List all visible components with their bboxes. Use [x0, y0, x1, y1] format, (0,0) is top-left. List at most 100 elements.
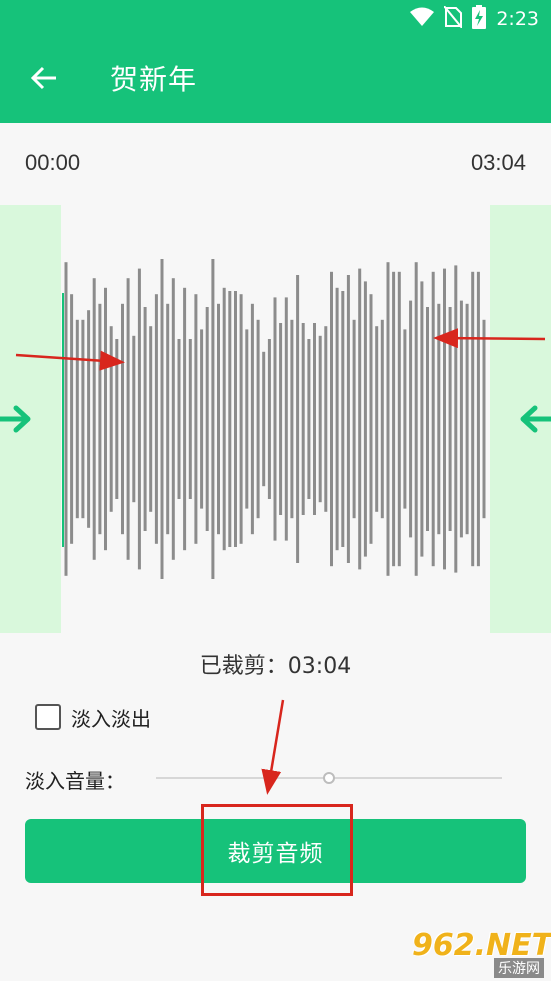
waveform-bar — [64, 262, 68, 576]
waveform-bar — [234, 291, 237, 547]
waveform-bar — [137, 268, 141, 570]
waveform-bar — [245, 329, 249, 509]
waveform-bar — [205, 307, 209, 531]
waveform-bar — [143, 307, 147, 531]
waveform-bar — [183, 287, 187, 551]
waveform-bar — [160, 259, 164, 579]
waveform-bar — [380, 319, 384, 519]
waveform-bar — [92, 278, 96, 560]
fade-in-out-option[interactable]: 淡入淡出 — [35, 702, 151, 732]
slider-thumb[interactable] — [323, 772, 335, 784]
waveform-bar — [335, 287, 339, 551]
waveform-bar — [211, 259, 215, 579]
waveform-bar — [126, 278, 130, 560]
waveform-bar — [313, 323, 316, 515]
start-time-label: 00:00 — [25, 150, 81, 175]
waveform-bar — [392, 271, 396, 567]
battery-charging-icon — [472, 5, 487, 33]
page-title: 贺新年 — [110, 63, 198, 96]
waveform-bar — [448, 307, 452, 531]
waveform-bar — [482, 319, 486, 519]
waveform-bar — [166, 303, 170, 535]
waveform-bar — [420, 281, 424, 557]
waveform-bar — [318, 335, 322, 503]
app-bar: 贺新年 — [0, 38, 551, 123]
waveform-bar — [194, 294, 198, 544]
waveform-bar — [352, 319, 356, 519]
waveform-bar — [465, 303, 469, 535]
waveform-bar — [369, 294, 373, 544]
waveform-bar — [403, 329, 407, 509]
fade-checkbox-label: 淡入淡出 — [71, 706, 151, 731]
waveform-bar — [98, 303, 102, 535]
waveform-bar — [75, 319, 79, 519]
trim-start-cursor[interactable] — [62, 293, 64, 547]
waveform-bar — [188, 339, 192, 499]
waveform-bar — [279, 323, 283, 515]
waveform-bar — [386, 262, 390, 576]
waveform-bar — [330, 271, 333, 567]
waveform-bar — [250, 303, 254, 535]
end-time-label: 03:04 — [470, 150, 526, 175]
site-watermark: 962.NET 乐游网 — [412, 928, 551, 978]
waveform-bar — [217, 303, 220, 535]
waveform-area[interactable] — [0, 205, 551, 633]
wifi-icon — [410, 7, 435, 31]
waveform-bar — [200, 329, 204, 509]
waveform-bar — [471, 271, 475, 567]
waveform-bar — [154, 294, 158, 544]
waveform-bar — [70, 294, 74, 544]
waveform-bar — [397, 271, 401, 567]
fade-volume-label: 淡入音量： — [25, 769, 125, 793]
waveform-bar — [437, 303, 441, 535]
waveform-bar — [409, 300, 413, 538]
waveform-bar — [104, 287, 107, 551]
waveform-bar — [476, 271, 480, 567]
waveform-bar — [87, 310, 91, 528]
back-button[interactable] — [22, 58, 66, 102]
trim-audio-button[interactable]: 裁剪音频 — [25, 819, 526, 883]
waveform-bar — [267, 339, 271, 499]
fade-checkbox[interactable] — [35, 704, 61, 730]
trimmed-duration-label: 已裁剪：03:04 — [199, 654, 352, 679]
waveform-bar — [341, 291, 345, 547]
waveform-bar — [132, 335, 136, 503]
arrow-back-icon — [30, 64, 58, 96]
waveform-bar — [426, 307, 429, 531]
waveform-bar — [228, 291, 232, 547]
waveform-bar — [324, 326, 328, 512]
waveform-bar — [239, 294, 243, 544]
waveform-bar — [296, 275, 300, 563]
waveform-bar — [431, 271, 435, 567]
waveform — [64, 259, 486, 579]
waveform-bar — [346, 275, 350, 563]
waveform-bar — [149, 326, 153, 512]
status-icons: 2:23 — [410, 5, 539, 33]
waveform-bar — [171, 278, 175, 560]
waveform-bar — [443, 268, 446, 570]
waveform-bar — [222, 287, 226, 551]
no-sim-icon — [443, 5, 464, 32]
waveform-bar — [81, 319, 85, 519]
waveform-bar — [284, 297, 288, 541]
fade-volume-slider[interactable] — [156, 768, 502, 788]
waveform-bar — [262, 351, 266, 487]
waveform-bar — [177, 339, 181, 499]
waveform-bar — [363, 281, 367, 557]
waveform-bar — [301, 323, 305, 515]
waveform-bar — [307, 339, 311, 499]
watermark-subtext: 乐游网 — [494, 958, 544, 978]
waveform-bar — [273, 297, 277, 541]
waveform-bar — [454, 265, 458, 573]
waveform-bar — [375, 326, 379, 512]
waveform-bar — [109, 326, 113, 512]
waveform-bar — [256, 319, 260, 519]
waveform-bar — [115, 339, 119, 499]
status-bar: 2:23 — [0, 0, 551, 38]
waveform-bar — [414, 262, 418, 576]
waveform-bar — [290, 319, 294, 519]
waveform-bar — [121, 303, 124, 535]
waveform-bar — [358, 268, 362, 570]
status-time: 2:23 — [496, 8, 539, 30]
waveform-bar — [459, 300, 463, 538]
